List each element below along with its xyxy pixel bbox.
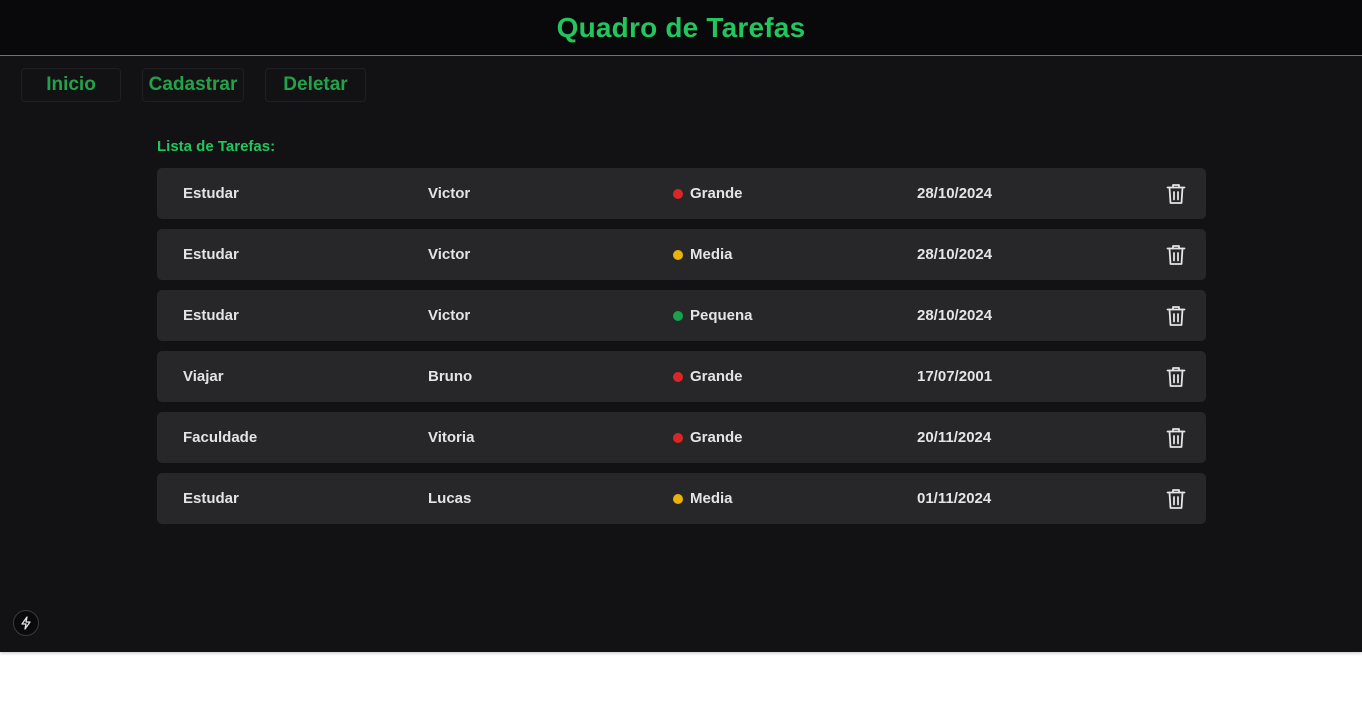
task-size: Grande: [673, 351, 743, 402]
trash-icon[interactable]: [1166, 488, 1186, 510]
task-size-label: Grande: [690, 429, 743, 446]
task-row: Estudar Victor Grande 28/10/2024: [157, 168, 1206, 219]
size-indicator-dot: [673, 493, 683, 504]
size-indicator-dot: [673, 310, 683, 321]
size-indicator-dot: [673, 249, 683, 260]
task-size-label: Grande: [690, 185, 743, 202]
size-indicator-dot: [673, 188, 683, 199]
task-size: Grande: [673, 412, 743, 463]
task-person: Bruno: [428, 368, 473, 385]
trash-icon[interactable]: [1166, 427, 1186, 449]
nav-home-button[interactable]: Inicio: [21, 68, 121, 102]
task-date: 28/10/2024: [917, 246, 993, 263]
task-person: Victor: [428, 307, 471, 324]
task-size-label: Pequena: [690, 307, 753, 324]
task-row: Faculdade Vitoria Grande 20/11/2024: [157, 412, 1206, 463]
nav-delete-button[interactable]: Deletar: [265, 68, 366, 102]
task-size: Pequena: [673, 290, 753, 341]
size-indicator-dot: [673, 371, 683, 382]
task-name: Viajar: [183, 368, 224, 385]
nav-register-button[interactable]: Cadastrar: [142, 68, 244, 102]
task-size: Grande: [673, 168, 743, 219]
nav-bar: Inicio Cadastrar Deletar: [21, 68, 366, 102]
page-title: Quadro de Tarefas: [556, 11, 806, 43]
task-row: Estudar Victor Pequena 28/10/2024: [157, 290, 1206, 341]
task-name: Estudar: [183, 185, 239, 202]
task-person: Victor: [428, 246, 471, 263]
task-person: Vitoria: [428, 429, 475, 446]
task-name: Estudar: [183, 246, 239, 263]
task-date: 01/11/2024: [917, 490, 992, 507]
app-window: Quadro de Tarefas Inicio Cadastrar Delet…: [0, 0, 1362, 652]
devtools-indicator-button[interactable]: [13, 610, 39, 636]
task-row: Estudar Victor Media 28/10/2024: [157, 229, 1206, 280]
task-date: 28/10/2024: [917, 185, 993, 202]
trash-icon[interactable]: [1166, 244, 1186, 266]
task-list: Estudar Victor Grande 28/10/2024 Estudar…: [157, 168, 1206, 534]
task-date: 17/07/2001: [917, 368, 993, 385]
trash-icon[interactable]: [1166, 183, 1186, 205]
task-date: 20/11/2024: [917, 429, 992, 446]
task-size-label: Media: [690, 246, 733, 263]
trash-icon[interactable]: [1166, 305, 1186, 327]
task-row: Viajar Bruno Grande 17/07/2001: [157, 351, 1206, 402]
task-person: Victor: [428, 185, 471, 202]
task-row: Estudar Lucas Media 01/11/2024: [157, 473, 1206, 524]
task-size-label: Media: [690, 490, 733, 507]
task-size: Media: [673, 229, 733, 280]
size-indicator-dot: [673, 432, 683, 443]
task-size: Media: [673, 473, 733, 524]
task-name: Estudar: [183, 490, 239, 507]
task-name: Estudar: [183, 307, 239, 324]
task-list-title: Lista de Tarefas:: [157, 138, 276, 155]
task-name: Faculdade: [183, 429, 258, 446]
task-size-label: Grande: [690, 368, 743, 385]
page-header: Quadro de Tarefas: [0, 0, 1362, 56]
trash-icon[interactable]: [1166, 366, 1186, 388]
task-date: 28/10/2024: [917, 307, 993, 324]
task-person: Lucas: [428, 490, 472, 507]
lightning-bolt-icon: [21, 616, 31, 630]
